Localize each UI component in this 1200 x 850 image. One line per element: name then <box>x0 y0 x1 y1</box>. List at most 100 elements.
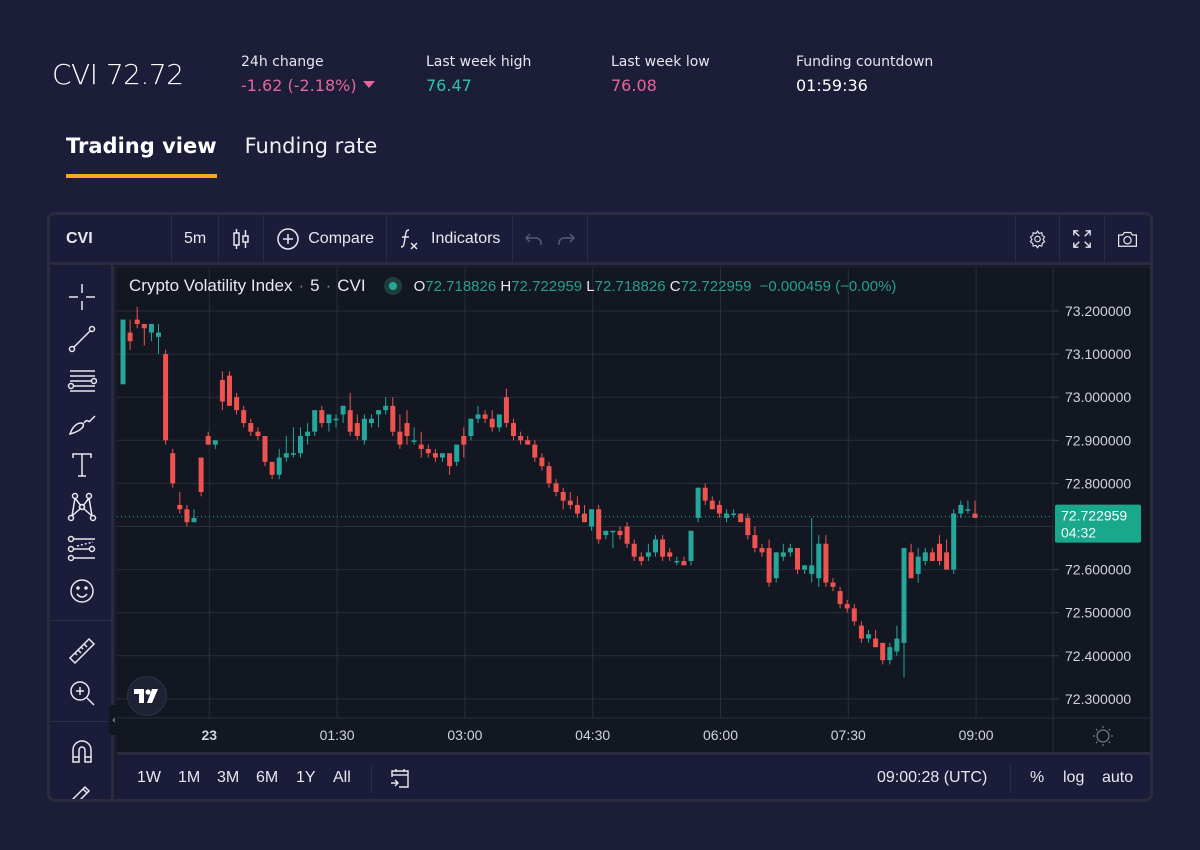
y-axis-label: 73.100000 <box>1065 346 1131 362</box>
legend-ticker: CVI <box>337 276 366 295</box>
candle-up <box>894 638 900 652</box>
undo-redo-group <box>513 215 589 262</box>
stat-last-week-low: Last week low 76.08 <box>611 54 710 95</box>
candle-up <box>276 457 282 475</box>
candle-up <box>361 418 367 441</box>
interval-button[interactable]: 5m <box>172 215 220 262</box>
candle-down <box>908 552 914 579</box>
candle-down <box>631 543 637 557</box>
candle-up <box>610 530 616 533</box>
prediction-tool[interactable] <box>64 531 100 567</box>
candle-up <box>951 513 957 570</box>
candle-up <box>475 414 481 419</box>
y-axis-label: 72.800000 <box>1065 475 1131 491</box>
candle-down <box>461 435 467 445</box>
candle-down <box>205 435 211 445</box>
log-scale-toggle[interactable]: log <box>1063 769 1084 787</box>
indicators-button[interactable]: Indicators <box>387 215 514 262</box>
measure-tool[interactable] <box>64 633 100 669</box>
fullscreen-icon <box>1073 229 1091 248</box>
candle-up <box>773 552 779 579</box>
interval-label: 5m <box>184 229 207 247</box>
chart-plot-area[interactable]: 73.200000 73.100000 73.000000 72.900000 72.8… <box>117 268 1150 752</box>
symbol-search-button[interactable]: CVI <box>50 215 172 262</box>
candle-up <box>589 509 595 527</box>
settings-button[interactable] <box>1015 215 1060 262</box>
go-to-date-button[interactable] <box>389 767 411 794</box>
pattern-tool[interactable] <box>64 489 100 525</box>
magnet-tool[interactable] <box>64 733 100 769</box>
view-tabs: Trading view Funding rate <box>66 134 377 178</box>
candle-down <box>795 548 800 570</box>
candle-up <box>965 509 971 511</box>
last-price-value: 72.722959 <box>1061 508 1127 524</box>
market-status-icon[interactable] <box>383 277 402 295</box>
candle-down <box>745 517 751 536</box>
candle-down <box>858 625 864 639</box>
zoom-in-icon <box>70 681 95 706</box>
candle-up <box>816 543 822 579</box>
crosshair-tool[interactable] <box>64 279 100 315</box>
tradingview-logo-icon <box>134 689 158 703</box>
utc-clock[interactable]: 09:00:28 (UTC) <box>877 769 987 787</box>
candle-down <box>582 513 587 523</box>
candle-down <box>319 410 325 424</box>
candle-up <box>802 565 808 570</box>
undo-icon[interactable] <box>525 232 543 246</box>
candle-up <box>298 435 303 454</box>
tab-funding-rate[interactable]: Funding rate <box>245 134 378 178</box>
candle-down <box>667 552 673 557</box>
candle-up <box>212 440 218 445</box>
range-6m-button[interactable]: 6M <box>256 769 278 787</box>
redo-icon[interactable] <box>557 232 576 246</box>
zoom-in-tool[interactable] <box>64 675 100 711</box>
candle-down <box>418 444 424 449</box>
y-axis-label: 73.200000 <box>1065 303 1131 319</box>
chart-settings-sun-icon[interactable] <box>1093 726 1113 746</box>
stat-24h-change: 24h change -1.62 (-2.18%) <box>241 54 375 95</box>
range-1w-button[interactable]: 1W <box>137 769 161 787</box>
text-tool[interactable] <box>64 447 100 483</box>
chart-type-button[interactable] <box>219 215 265 262</box>
range-1m-button[interactable]: 1M <box>178 769 200 787</box>
range-all-button[interactable]: All <box>333 769 351 787</box>
stat-value: 76.47 <box>426 76 472 95</box>
tradingview-logo[interactable] <box>127 676 167 716</box>
candle-up <box>958 504 964 514</box>
auto-scale-toggle[interactable]: auto <box>1102 769 1133 787</box>
percent-scale-toggle[interactable]: % <box>1030 769 1044 787</box>
range-1y-button[interactable]: 1Y <box>296 769 316 787</box>
candle-up <box>411 440 417 442</box>
settings-gear-icon <box>1029 229 1046 249</box>
candle-down <box>397 431 403 445</box>
candle-up <box>922 552 928 561</box>
candle-down <box>184 509 190 523</box>
drawing-toolbar <box>50 265 114 799</box>
tab-trading-view[interactable]: Trading view <box>66 134 217 178</box>
fullscreen-button[interactable] <box>1060 215 1105 262</box>
candle-down <box>518 435 524 441</box>
compare-button[interactable]: Compare <box>264 215 388 262</box>
fib-lines-icon <box>67 370 97 392</box>
range-3m-button[interactable]: 3M <box>217 769 239 787</box>
candle-up <box>369 418 374 424</box>
stat-label: Last week low <box>611 54 710 70</box>
emoji-tool[interactable] <box>64 573 100 609</box>
brush-tool[interactable] <box>64 405 100 441</box>
bar-countdown: 04:32 <box>1061 525 1096 541</box>
fib-tool[interactable] <box>64 363 100 399</box>
candle-up <box>326 414 332 424</box>
candle-down <box>880 642 886 661</box>
trend-line-tool[interactable] <box>64 321 100 357</box>
candle-up <box>383 405 389 411</box>
candle-up <box>376 410 382 415</box>
candle-down <box>624 526 630 544</box>
candle-down <box>567 500 573 505</box>
y-axis-label: 72.600000 <box>1065 562 1131 578</box>
stat-value-text: -1.62 (-2.18%) <box>241 76 357 95</box>
screenshot-button[interactable] <box>1105 215 1150 262</box>
candle-up <box>156 332 161 337</box>
candle-down <box>141 323 147 329</box>
lock-drawings-tool[interactable] <box>64 775 100 799</box>
open-value: 72.718826 <box>425 277 497 295</box>
